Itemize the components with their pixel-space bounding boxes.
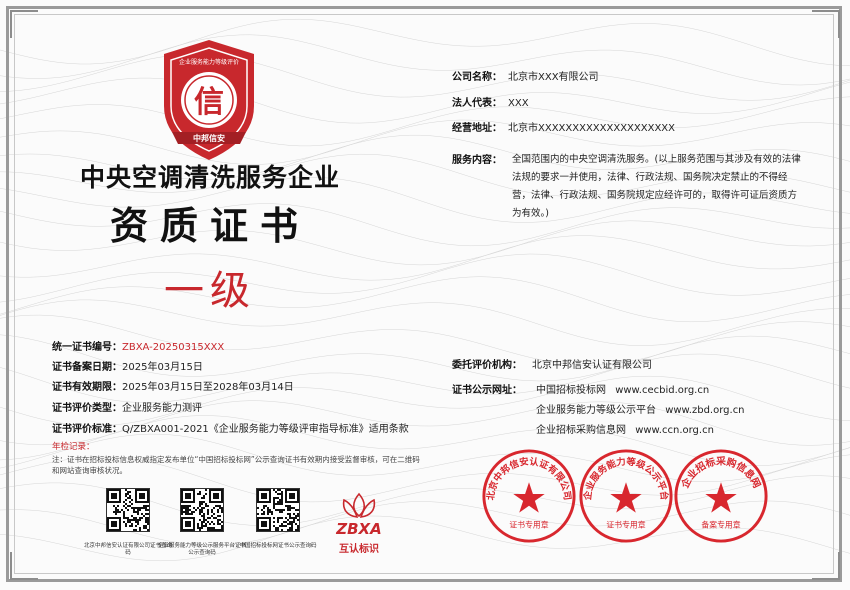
field-label: 公司名称： <box>452 72 502 83</box>
seal-bottom-text: 证书专用章 <box>606 519 645 529</box>
field-validity-period: 证书有效期限：2025年03月15日至2028年03月14日 <box>52 378 294 393</box>
field-label: 证书有效期限： <box>52 382 122 393</box>
official-seal: 企业服务能力等级公示平台 证书专用章 <box>579 449 673 543</box>
publication-line: 企业服务能力等级公示平台 www.zbd.org.cn <box>536 401 745 416</box>
corner-ornament-bottom-left <box>10 552 38 580</box>
publication-url[interactable]: www.cecbid.org.cn <box>615 385 709 396</box>
seal-bottom-text: 备案专用章 <box>701 519 740 529</box>
official-seal: 企业招标采购信息网 备案专用章 <box>674 449 768 543</box>
business-address-row: 经营地址： 北京市XXXXXXXXXXXXXXXXXXXX <box>452 119 675 134</box>
field-label: 统一证书编号： <box>52 342 122 353</box>
corner-ornament-bottom-right <box>812 552 840 580</box>
publication-line: 企业招标采购信息网 www.ccn.org.cn <box>536 421 714 436</box>
legal-representative-row: 法人代表： XXX <box>452 94 529 109</box>
company-name-row: 公司名称： 北京市XXX有限公司 <box>452 68 599 83</box>
field-value: Q/ZBXA001-2021《企业服务能力等级评审指导标准》适用条款 <box>122 424 409 435</box>
field-certificate-number: 统一证书编号：ZBXA-20250315XXX <box>52 338 224 353</box>
publication-url[interactable]: www.ccn.org.cn <box>635 425 714 436</box>
field-value: 2025年03月15日 <box>122 362 203 373</box>
corner-ornament-top-right <box>812 10 840 38</box>
verification-note: 注：证书在招标投标信息权威指定发布单位“中国招标投标网”公示查询证书有效期内接受… <box>52 455 420 475</box>
qr-code[interactable] <box>256 488 300 532</box>
service-scope-label: 服务内容： <box>452 155 502 166</box>
field-label: 经营地址： <box>452 123 502 134</box>
logo-mark-text: ZBXA <box>335 520 381 538</box>
qr-code[interactable] <box>106 488 150 532</box>
publication-line: 中国招标投标网 www.cecbid.org.cn <box>536 381 709 396</box>
emblem-ribbon-text: 中邦信安 <box>193 133 225 143</box>
field-value: ZBXA-20250315XXX <box>122 342 225 353</box>
field-value: 2025年03月15日至2028年03月14日 <box>122 382 294 393</box>
annual-inspection-label: 年检记录： <box>52 442 95 452</box>
official-seal: 北京中邦信安认证有限公司 证书专用章 <box>482 449 576 543</box>
seal-bottom-text: 证书专用章 <box>509 519 548 529</box>
qr-code[interactable] <box>180 488 224 532</box>
publication-label: 证书公示网址： <box>452 385 522 396</box>
certificate-level: 一级 <box>164 268 256 314</box>
mutual-recognition-text: 互认标识 <box>339 544 379 555</box>
corner-ornament-top-left <box>10 10 38 38</box>
field-filing-date: 证书备案日期：2025年03月15日 <box>52 358 203 373</box>
field-label: 法人代表： <box>452 98 502 109</box>
field-value: 北京市XXXXXXXXXXXXXXXXXXXX <box>508 123 676 134</box>
service-scope-text: 全国范围内的中央空调清洗服务。(以上服务范围与其涉及有效的法律法规的要求一并使用… <box>512 154 801 219</box>
certificate-page: 信 企业服务能力等级评价 中邦信安 中央空调清洗服务企业 资质证书 一级 统一证… <box>0 0 850 590</box>
publication-site-name: 企业招标采购信息网 <box>536 425 626 436</box>
qr-caption: 中国招标投标网证书公示查询码 <box>239 543 317 549</box>
publication-site-name: 企业服务能力等级公示平台 <box>536 405 656 416</box>
field-evaluation-type: 证书评价类型：企业服务能力测评 <box>52 399 202 414</box>
field-value: 企业服务能力测评 <box>122 403 202 414</box>
field-label: 证书评价标准： <box>52 424 122 435</box>
certificate-subject-title: 中央空调清洗服务企业 <box>79 163 340 192</box>
field-value: 北京中邦信安认证有限公司 <box>532 360 652 371</box>
field-label: 证书评价类型： <box>52 403 122 414</box>
field-value: 北京市XXX有限公司 <box>508 72 599 83</box>
certificate-main-title: 资质证书 <box>109 203 310 248</box>
field-evaluation-standard: 证书评价标准：Q/ZBXA001-2021《企业服务能力等级评审指导标准》适用条… <box>52 420 409 435</box>
emblem-ring-text: 企业服务能力等级评价 <box>179 58 239 66</box>
field-value: XXX <box>508 98 529 109</box>
emblem-center-char: 信 <box>194 85 224 120</box>
certification-emblem: 信 企业服务能力等级评价 中邦信安 <box>164 40 254 160</box>
field-label: 证书备案日期： <box>52 362 122 373</box>
field-label: 委托评价机构： <box>452 360 522 371</box>
publication-url[interactable]: www.zbd.org.cn <box>665 405 744 416</box>
publication-site-name: 中国招标投标网 <box>536 385 606 396</box>
agency-row: 委托评价机构： 北京中邦信安认证有限公司 <box>452 356 652 371</box>
